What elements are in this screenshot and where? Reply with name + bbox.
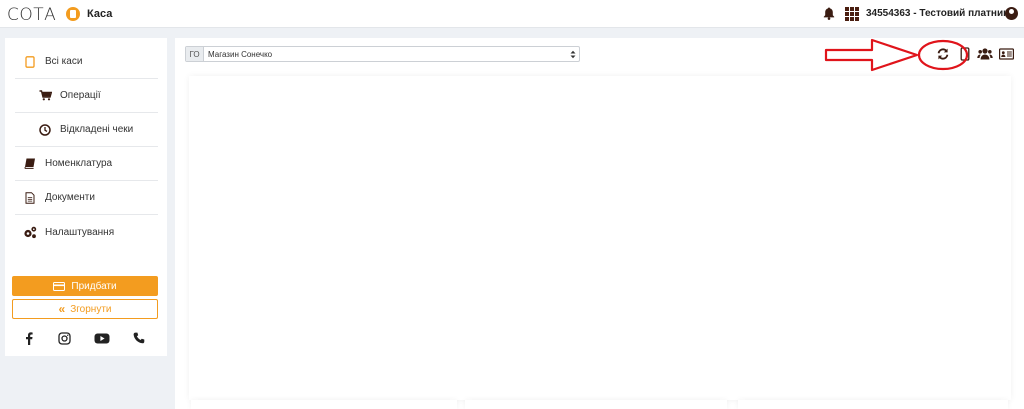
- users-icon[interactable]: [977, 47, 993, 61]
- top-bar: СОТА Каса 34554363 - Тестовий платник 4: [0, 0, 1024, 28]
- sidebar-item-settings[interactable]: Налаштування: [15, 215, 158, 249]
- select-prefix: ГО: [186, 47, 204, 61]
- apps-grid-icon[interactable]: [845, 7, 859, 21]
- credit-card-icon: [53, 281, 66, 291]
- document-icon: [23, 191, 37, 205]
- app-name: Каса: [87, 8, 113, 20]
- cart-icon: [38, 89, 52, 103]
- store-select-value: Магазин Сонечко: [208, 49, 273, 59]
- user-icon[interactable]: [1005, 7, 1018, 20]
- content-area: [189, 76, 1011, 400]
- sidebar-item-nomenclature[interactable]: Номенклатура: [15, 147, 158, 181]
- sidebar-item-label: Документи: [45, 192, 95, 203]
- sidebar-item-documents[interactable]: Документи: [15, 181, 158, 215]
- instagram-icon[interactable]: [57, 331, 71, 345]
- brand-logo[interactable]: СОТА: [7, 5, 56, 25]
- bell-icon[interactable]: [823, 7, 835, 20]
- sort-caret-icon: [567, 47, 579, 61]
- youtube-icon[interactable]: [94, 331, 110, 345]
- sidebar: Всі каси Операції Відкладені чеки Номенк…: [5, 38, 167, 356]
- refresh-icon[interactable]: [936, 47, 950, 61]
- tablet-icon[interactable]: [958, 47, 972, 61]
- clock-icon: [38, 123, 52, 137]
- sidebar-item-label: Операції: [60, 90, 101, 101]
- collapse-button-label: Згорнути: [70, 303, 112, 315]
- buy-button-label: Придбати: [71, 280, 117, 292]
- sidebar-item-label: Номенклатура: [45, 158, 113, 169]
- collapse-button[interactable]: « Згорнути: [12, 299, 158, 319]
- facebook-icon[interactable]: [22, 331, 36, 345]
- account-name[interactable]: 34554363 - Тестовий платник 4: [866, 8, 1016, 19]
- kasa-card: [191, 400, 457, 409]
- sidebar-item-label: Відкладені чеки: [60, 124, 134, 135]
- double-chevron-left-icon: «: [58, 302, 66, 316]
- phone-icon[interactable]: [132, 331, 146, 345]
- sidebar-item-deferred-checks[interactable]: Відкладені чеки: [15, 113, 158, 147]
- kasa-card: [465, 400, 727, 409]
- sidebar-item-label: Налаштування: [45, 226, 115, 238]
- sidebar-item-all-kasy[interactable]: Всі каси: [15, 45, 158, 79]
- sidebar-item-operations[interactable]: Операції: [15, 79, 158, 113]
- sidebar-item-label: Всі каси: [45, 56, 83, 67]
- main-panel: ГО Магазин Сонечко: [175, 38, 1024, 409]
- store-select[interactable]: ГО Магазин Сонечко: [185, 46, 580, 62]
- id-card-icon[interactable]: [999, 47, 1014, 61]
- buy-button[interactable]: Придбати: [12, 276, 158, 296]
- book-icon: [23, 157, 37, 171]
- kasa-card: [738, 400, 1008, 409]
- tablet-icon: [23, 55, 37, 69]
- kasa-app-icon: [66, 7, 80, 21]
- gears-icon: [23, 225, 37, 239]
